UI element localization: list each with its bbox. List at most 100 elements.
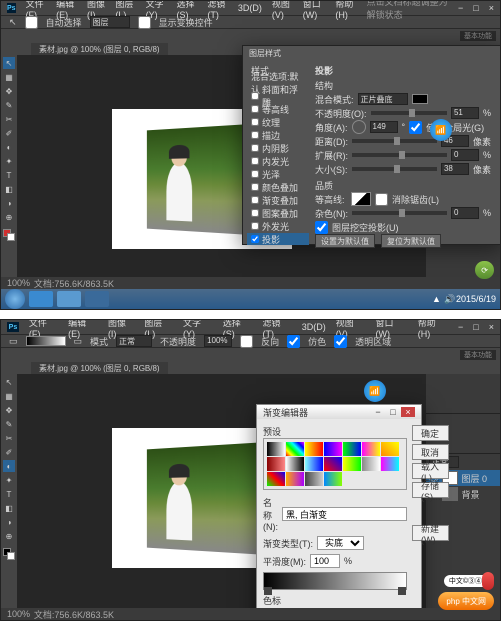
group-select[interactable]: 图层 <box>90 16 130 28</box>
dialog-max-icon[interactable]: □ <box>386 407 400 417</box>
ok-button[interactable]: 确定 <box>412 425 449 441</box>
style-bevel[interactable]: 斜面和浮雕 <box>247 90 309 102</box>
make-default-button[interactable]: 设置为默认值 <box>315 234 375 248</box>
color-swatch[interactable] <box>3 229 15 241</box>
style-gradient-overlay[interactable]: 渐变叠加 <box>247 194 309 206</box>
tray-icon[interactable]: ▲ <box>432 294 442 304</box>
preset-17[interactable] <box>324 472 342 486</box>
red-badge[interactable] <box>482 572 494 590</box>
hand-tool-2[interactable]: ◑ <box>3 516 15 528</box>
style-stroke[interactable]: 描边 <box>247 129 309 141</box>
preset-12[interactable] <box>362 457 380 471</box>
dither-check[interactable] <box>287 335 300 348</box>
marquee-tool-2[interactable]: ▦ <box>3 390 15 402</box>
smooth-input[interactable] <box>310 554 340 568</box>
start-button[interactable] <box>5 289 25 309</box>
preset-5[interactable] <box>362 442 380 456</box>
document-tab[interactable]: 素材.jpg @ 100% (图层 0, RGB/8) <box>31 43 168 55</box>
opacity-slider[interactable] <box>371 111 447 115</box>
preset-14[interactable] <box>267 472 285 486</box>
style-drop-shadow[interactable]: 投影 <box>247 233 309 245</box>
gradient-tool-2[interactable]: ◐ <box>3 460 15 472</box>
rect-tool[interactable]: ◧ <box>3 183 15 195</box>
menu-3d-2[interactable]: 3D(D) <box>302 322 326 332</box>
brush-tool[interactable]: ◐ <box>3 141 15 153</box>
gradient-name-input[interactable] <box>282 507 407 521</box>
hand-tool[interactable]: ◑ <box>3 197 15 209</box>
noise-input[interactable]: 0 <box>451 207 479 219</box>
stamp-tool[interactable]: ✦ <box>3 155 15 167</box>
stamp-tool-2[interactable]: ✦ <box>3 474 15 486</box>
menu-view[interactable]: 视图(V) <box>272 0 293 20</box>
marquee-tool[interactable]: ▦ <box>3 71 15 83</box>
style-outer-glow[interactable]: 外发光 <box>247 220 309 232</box>
close-icon[interactable]: × <box>489 3 494 13</box>
type-tool[interactable]: T <box>3 169 15 181</box>
save-button[interactable]: 存储(S)... <box>412 482 449 498</box>
tray-date[interactable]: 2015/6/19 <box>456 294 496 304</box>
preset-15[interactable] <box>286 472 304 486</box>
angle-input[interactable]: 149 <box>370 121 398 133</box>
preset-1[interactable] <box>286 442 304 456</box>
opacity-input[interactable]: 51 <box>451 107 479 119</box>
php-badge[interactable]: php 中文网 <box>438 592 494 610</box>
type-tool-2[interactable]: T <box>3 488 15 500</box>
workspace-button[interactable]: 基本功能 <box>460 31 496 41</box>
gradient-linear-icon[interactable]: ▭ <box>74 336 83 347</box>
menu-help[interactable]: 帮助(H) <box>335 0 356 20</box>
menu-window[interactable]: 窗口(W) <box>303 0 326 20</box>
preset-9[interactable] <box>305 457 323 471</box>
transparency-check[interactable] <box>334 335 347 348</box>
style-color-overlay[interactable]: 颜色叠加 <box>247 181 309 193</box>
green-badge[interactable]: ⟳ <box>475 261 494 279</box>
size-slider[interactable] <box>352 167 437 171</box>
maximize-icon-2[interactable]: □ <box>473 322 478 332</box>
spread-slider[interactable] <box>352 153 447 157</box>
taskbar-ps[interactable] <box>85 291 109 307</box>
antialias-check[interactable] <box>375 193 388 206</box>
angle-dial[interactable] <box>352 120 366 134</box>
preset-8[interactable] <box>286 457 304 471</box>
close-icon-2[interactable]: × <box>489 322 494 332</box>
wand-tool[interactable]: ✎ <box>3 99 15 111</box>
taskbar-ie[interactable] <box>29 291 53 307</box>
shadow-color-swatch[interactable] <box>412 94 428 104</box>
opacity-input-2[interactable]: 100% <box>204 335 232 347</box>
reverse-check[interactable] <box>240 335 253 348</box>
preset-4[interactable] <box>343 442 361 456</box>
preset-10[interactable] <box>324 457 342 471</box>
zoom-value[interactable]: 100% <box>7 278 30 288</box>
spread-input[interactable]: 0 <box>451 149 479 161</box>
eyedropper-tool-2[interactable]: ✐ <box>3 446 15 458</box>
maximize-icon[interactable]: □ <box>473 3 478 13</box>
crop-tool[interactable]: ✂ <box>3 113 15 125</box>
preset-11[interactable] <box>343 457 361 471</box>
preset-16[interactable] <box>305 472 323 486</box>
tray-network-icon[interactable]: 🔊 <box>444 294 454 304</box>
noise-slider[interactable] <box>352 211 447 215</box>
menu-help-2[interactable]: 帮助(H) <box>418 319 448 339</box>
dialog-min-icon[interactable]: − <box>371 407 385 417</box>
stop-left[interactable] <box>264 587 272 595</box>
gradient-type-select[interactable]: 实底 <box>317 536 364 550</box>
preset-0[interactable] <box>267 442 285 456</box>
size-input[interactable]: 38 <box>441 163 469 175</box>
lasso-tool-2[interactable]: ✥ <box>3 404 15 416</box>
contour-picker[interactable] <box>351 192 371 206</box>
document-tab-2[interactable]: 素材.jpg @ 100% (图层 0, RGB/8) <box>31 362 168 374</box>
stop-right[interactable] <box>398 587 406 595</box>
style-pattern-overlay[interactable]: 图案叠加 <box>247 207 309 219</box>
workspace-button-2[interactable]: 基本功能 <box>460 350 496 360</box>
zoom-tool-2[interactable]: ⊕ <box>3 530 15 542</box>
taskbar-explorer[interactable] <box>57 291 81 307</box>
global-light-check[interactable] <box>409 121 422 134</box>
dialog-close-icon[interactable]: × <box>401 407 415 417</box>
style-inner-glow[interactable]: 内发光 <box>247 155 309 167</box>
zoom-value-2[interactable]: 100% <box>7 609 30 619</box>
menu-3d[interactable]: 3D(D) <box>238 3 262 13</box>
show-transform-check[interactable] <box>138 16 151 29</box>
reset-default-button[interactable]: 复位为默认值 <box>381 234 441 248</box>
minimize-icon[interactable]: − <box>458 3 463 13</box>
style-inner-shadow[interactable]: 内阴影 <box>247 142 309 154</box>
color-swatch-2[interactable] <box>3 548 15 560</box>
